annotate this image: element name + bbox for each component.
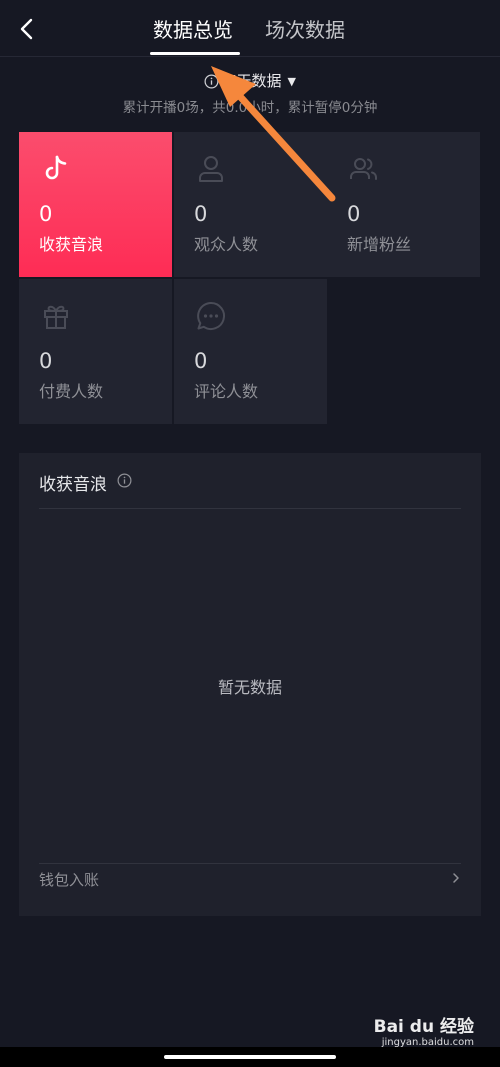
home-indicator[interactable]	[164, 1055, 336, 1059]
wallet-income-label: 钱包入账	[39, 871, 100, 889]
info-icon[interactable]	[117, 473, 132, 488]
metric-card-paying-users[interactable]: 0 付费人数	[19, 279, 172, 424]
chevron-right-icon	[453, 873, 459, 883]
metric-label: 评论人数	[194, 382, 259, 401]
metric-label: 付费人数	[39, 382, 104, 401]
metric-value: 0	[194, 349, 208, 373]
metric-value: 0	[39, 349, 53, 373]
metric-card-commenters[interactable]: 0 评论人数	[174, 279, 327, 424]
annotation-arrow-icon	[211, 66, 336, 202]
gift-icon	[44, 305, 68, 329]
comment-icon	[197, 301, 226, 330]
watermark: Bai du 经验 jingyan.baidu.com	[374, 1012, 474, 1048]
sound-waves-panel: 收获音浪 暂无数据 钱包入账	[19, 453, 481, 916]
divider	[39, 508, 461, 509]
watermark-logo: Bai du 经验	[373, 1017, 474, 1037]
wallet-income-row[interactable]: 钱包入账	[39, 865, 461, 893]
divider	[39, 863, 461, 864]
panel-title: 收获音浪	[39, 475, 107, 495]
empty-state-text: 暂无数据	[217, 678, 282, 697]
